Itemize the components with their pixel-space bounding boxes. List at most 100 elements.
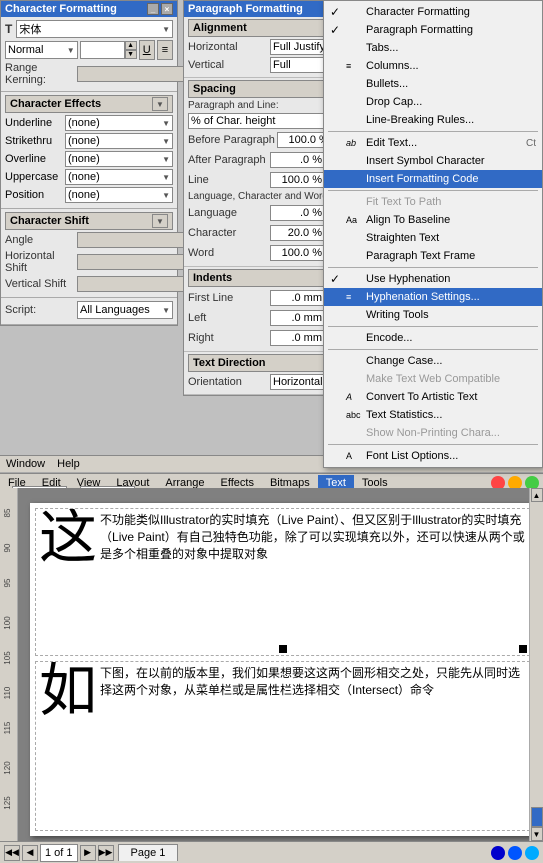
vertical-ruler: 85 90 95 100 105 110 115 120 125 — [0, 488, 18, 841]
uppercase-select[interactable]: (none)▼ — [65, 169, 173, 185]
shift-header[interactable]: Character Shift ▼ — [5, 212, 173, 230]
menu-encode[interactable]: Encode... — [324, 329, 542, 347]
last-page-btn[interactable]: ▶▶ — [98, 845, 114, 861]
ctrl-blue-3[interactable] — [525, 846, 539, 860]
large-char-2: 如 — [39, 665, 97, 717]
status-bar: ◀◀ ◀ 1 of 1 ▶ ▶▶ Page 1 — [0, 841, 543, 863]
separator-4 — [328, 326, 538, 327]
menu-para-formatting[interactable]: ✓ Paragraph Formatting — [324, 21, 542, 39]
angle-label: Angle — [5, 234, 75, 246]
first-line-input[interactable] — [270, 290, 325, 306]
language-input[interactable] — [270, 205, 325, 221]
menu-char-formatting[interactable]: ✓ Character Formatting — [324, 3, 542, 21]
menu-convert-artistic[interactable]: A Convert To Artistic Text — [324, 388, 542, 406]
line-label: Line — [188, 174, 268, 186]
handle-bottom[interactable] — [279, 645, 287, 653]
v-shift-label: Vertical Shift — [5, 278, 75, 290]
menu-para-text-frame[interactable]: Paragraph Text Frame — [324, 247, 542, 265]
style-arrow: ▼ — [67, 46, 75, 55]
underline-row: Underline (none)▼ — [5, 115, 173, 131]
menu-drop-cap[interactable]: Drop Cap... — [324, 93, 542, 111]
h-shift-label: Horizontal Shift — [5, 250, 75, 274]
right-input[interactable] — [270, 330, 325, 346]
font-type-icon: T — [5, 22, 12, 36]
character-input[interactable] — [270, 225, 325, 241]
next-page-btn[interactable]: ▶ — [80, 845, 96, 861]
script-select[interactable]: All Languages ▼ — [77, 301, 173, 319]
scroll-up-btn[interactable]: ▲ — [531, 488, 543, 502]
svg-text:95: 95 — [3, 578, 12, 587]
ctrl-blue-2[interactable] — [508, 846, 522, 860]
menu-insert-formatting[interactable]: Insert Formatting Code — [324, 170, 542, 188]
shift-arrow: ▼ — [152, 214, 168, 228]
right-scrollbar: ▲ ▼ — [529, 488, 543, 841]
word-input[interactable] — [270, 245, 325, 261]
prev-page-btn[interactable]: ◀ — [22, 845, 38, 861]
effects-arrow: ▼ — [152, 97, 168, 111]
effects-header[interactable]: Character Effects ▼ — [5, 95, 173, 113]
scroll-down-btn[interactable]: ▼ — [531, 827, 543, 841]
svg-text:125: 125 — [3, 796, 12, 810]
font-size-up[interactable]: ▲ — [125, 41, 137, 50]
scroll-track — [532, 503, 542, 806]
page-tab[interactable]: Page 1 — [118, 844, 179, 861]
separator-5 — [328, 349, 538, 350]
menu-insert-symbol[interactable]: Insert Symbol Character — [324, 152, 542, 170]
ctrl-blue-1[interactable] — [491, 846, 505, 860]
underline-button[interactable]: U — [139, 40, 155, 60]
font-size-down[interactable]: ▼ — [125, 50, 137, 59]
first-page-btn[interactable]: ◀◀ — [4, 845, 20, 861]
window-controls — [491, 846, 539, 860]
menu-edit-text[interactable]: ab Edit Text... Ct — [324, 134, 542, 152]
svg-text:85: 85 — [3, 508, 12, 517]
menu-bullets[interactable]: Bullets... — [324, 75, 542, 93]
char-panel-close[interactable]: × — [161, 3, 173, 15]
line-input[interactable] — [270, 172, 325, 188]
canvas-area: 85 90 95 100 105 110 115 120 125 这 不功能类似… — [0, 488, 543, 841]
handle-br[interactable] — [519, 645, 527, 653]
underline-select[interactable]: (none)▼ — [65, 115, 173, 131]
menu-text-statistics[interactable]: abc Text Statistics... — [324, 406, 542, 424]
overline-select[interactable]: (none)▼ — [65, 151, 173, 167]
menu-tabs[interactable]: Tabs... — [324, 39, 542, 57]
svg-text:120: 120 — [3, 761, 12, 775]
menu-font-list-options[interactable]: A Font List Options... — [324, 447, 542, 465]
uppercase-row: Uppercase (none)▼ — [5, 169, 173, 185]
separator-6 — [328, 444, 538, 445]
svg-text:105: 105 — [3, 651, 12, 665]
align-button[interactable]: ≡ — [157, 40, 173, 60]
left-label: Left — [188, 312, 268, 324]
separator-2 — [328, 190, 538, 191]
font-family-select[interactable]: 宋体 ▼ — [16, 20, 173, 38]
overline-row: Overline (none)▼ — [5, 151, 173, 167]
menu-line-breaking[interactable]: Line-Breaking Rules... — [324, 111, 542, 129]
menu-change-case[interactable]: Change Case... — [324, 352, 542, 370]
menu-straighten-text[interactable]: Straighten Text — [324, 229, 542, 247]
language-label: Language — [188, 207, 268, 219]
font-size-input[interactable]: 3.662 pt — [80, 41, 125, 59]
position-select[interactable]: (none)▼ — [65, 187, 173, 203]
char-panel-titlebar: Character Formatting _ × — [1, 1, 177, 17]
char-panel-title: Character Formatting — [5, 3, 117, 15]
menu-align-baseline[interactable]: Aa Align To Baseline — [324, 211, 542, 229]
char-panel-minimize[interactable]: _ — [147, 3, 159, 15]
menu-hyphenation-settings[interactable]: ≡ Hyphenation Settings... — [324, 288, 542, 306]
menu-web-compatible[interactable]: Make Text Web Compatible — [324, 370, 542, 388]
menu-use-hyphenation[interactable]: ✓ Use Hyphenation — [324, 270, 542, 288]
font-style-select[interactable]: Normal ▼ — [5, 41, 78, 59]
scroll-thumb[interactable] — [531, 807, 543, 827]
menu-fit-text[interactable]: Fit Text To Path — [324, 193, 542, 211]
menu-columns[interactable]: ≡ Columns... — [324, 57, 542, 75]
page-navigation: ◀◀ ◀ 1 of 1 ▶ ▶▶ — [4, 844, 114, 862]
after-para-input[interactable] — [270, 152, 325, 168]
left-input[interactable] — [270, 310, 325, 326]
char-formatting-panel: Character Formatting _ × T 宋体 ▼ Normal ▼… — [0, 0, 178, 326]
menu-writing-tools[interactable]: Writing Tools — [324, 306, 542, 324]
menu-window[interactable]: Window — [0, 457, 51, 471]
char-font-section: T 宋体 ▼ Normal ▼ 3.662 pt ▲ ▼ U ≡ Range K… — [1, 17, 177, 92]
strikethru-select[interactable]: (none)▼ — [65, 133, 173, 149]
menu-help[interactable]: Help — [51, 457, 86, 471]
first-line-label: First Line — [188, 292, 268, 304]
menu-show-nonprinting[interactable]: Show Non-Printing Chara... — [324, 424, 542, 442]
orientation-label: Orientation — [188, 376, 268, 388]
